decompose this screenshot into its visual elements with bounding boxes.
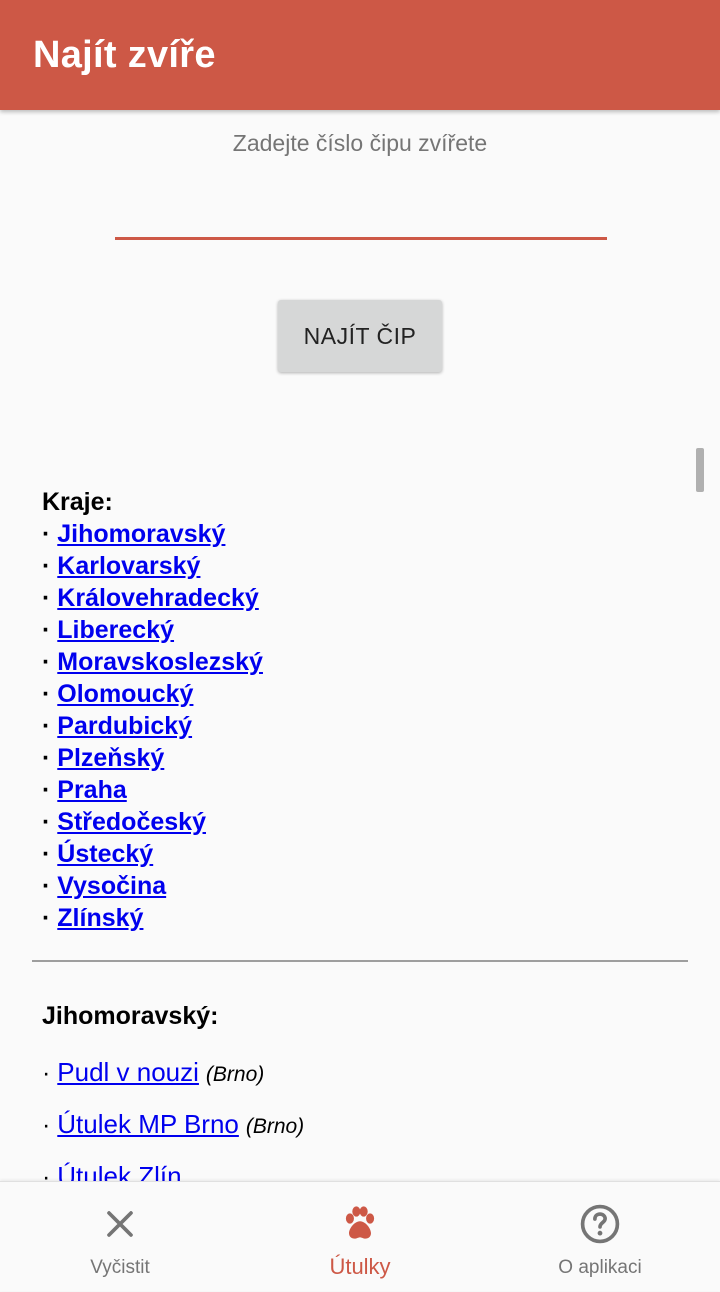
regions-list: Kraje: · Jihomoravský · Karlovarský · Kr… — [42, 486, 682, 934]
region-item: · Liberecký — [42, 616, 175, 644]
region-item: · Praha — [42, 776, 127, 804]
nav-label-about: O aplikaci — [558, 1257, 642, 1278]
section-divider — [32, 960, 688, 962]
chip-number-input[interactable] — [115, 188, 607, 240]
region-item: · Karlovarský — [42, 552, 201, 580]
region-link-karlovarsky[interactable]: Karlovarský — [57, 552, 200, 580]
region-item: · Ústecký — [42, 840, 154, 868]
region-item: · Olomoucký — [42, 680, 194, 708]
shelter-link[interactable]: Pudl v nouzi — [57, 1057, 199, 1087]
shelter-link[interactable]: Útulek Zlín — [57, 1161, 181, 1181]
region-link-olomoucky[interactable]: Olomoucký — [57, 680, 193, 708]
region-link-pardubicky[interactable]: Pardubický — [57, 712, 192, 740]
bottom-navigation: Vyčistit Útulky O aplikaci — [0, 1181, 720, 1291]
nav-label-shelters: Útulky — [329, 1254, 391, 1279]
page-title: Najít zvíře — [33, 34, 216, 76]
region-link-jihomoravsky[interactable]: Jihomoravský — [57, 520, 225, 548]
region-link-praha[interactable]: Praha — [57, 776, 126, 804]
region-item: · Jihomoravský — [42, 520, 226, 548]
region-link-liberecky[interactable]: Liberecký — [57, 616, 174, 644]
region-link-ustecky[interactable]: Ústecký — [57, 840, 153, 868]
region-item: · Vysočina — [42, 872, 167, 900]
section-title: Jihomoravský: — [42, 1002, 219, 1030]
region-link-vysocina[interactable]: Vysočina — [57, 872, 166, 900]
chip-input-hint: Zadejte číslo čipu zvířete — [232, 130, 488, 156]
regions-heading: Kraje: — [42, 488, 113, 516]
help-circle-icon — [580, 1204, 620, 1244]
shelter-item: · Útulek Zlín — [42, 1160, 682, 1181]
region-link-plzensky[interactable]: Plzeňský — [57, 744, 164, 772]
paw-icon — [345, 1206, 375, 1239]
shelter-link[interactable]: Útulek MP Brno — [57, 1109, 239, 1139]
region-link-kralovehradecky[interactable]: Královehradecký — [57, 584, 259, 612]
close-icon — [107, 1211, 133, 1237]
nav-item-shelters[interactable]: Útulky — [240, 1182, 480, 1292]
shelter-city: (Brno) — [245, 1115, 305, 1138]
region-item: · Zlínský — [42, 904, 144, 932]
nav-item-about[interactable]: O aplikaci — [480, 1182, 720, 1292]
region-link-zlinsky[interactable]: Zlínský — [57, 904, 143, 932]
region-item: · Pardubický — [42, 712, 193, 740]
region-section: Jihomoravský: · Pudl v nouzi (Brno) · Út… — [42, 1002, 682, 1181]
shelter-item: · Pudl v nouzi (Brno) — [42, 1057, 265, 1087]
shelter-item: · Útulek MP Brno (Brno) — [42, 1109, 305, 1139]
main-content[interactable]: Zadejte číslo čipu zvířete NAJÍT ČIP Kra… — [0, 110, 720, 1181]
nav-item-clear[interactable]: Vyčistit — [0, 1182, 240, 1292]
nav-label-clear: Vyčistit — [90, 1257, 150, 1278]
shelter-city: (Brno) — [205, 1063, 265, 1086]
region-link-moravskoslezsky[interactable]: Moravskoslezský — [57, 648, 263, 676]
find-chip-button[interactable]: NAJÍT ČIP — [278, 300, 442, 372]
app-bar: Najít zvíře — [0, 0, 720, 110]
region-link-stredocesky[interactable]: Středočeský — [57, 808, 206, 836]
region-item: · Plzeňský — [42, 744, 165, 772]
region-item: · Středočeský — [42, 808, 206, 836]
scrollbar-thumb[interactable] — [696, 448, 704, 492]
region-item: · Moravskoslezský — [42, 648, 263, 676]
region-item: · Královehradecký — [42, 584, 259, 612]
